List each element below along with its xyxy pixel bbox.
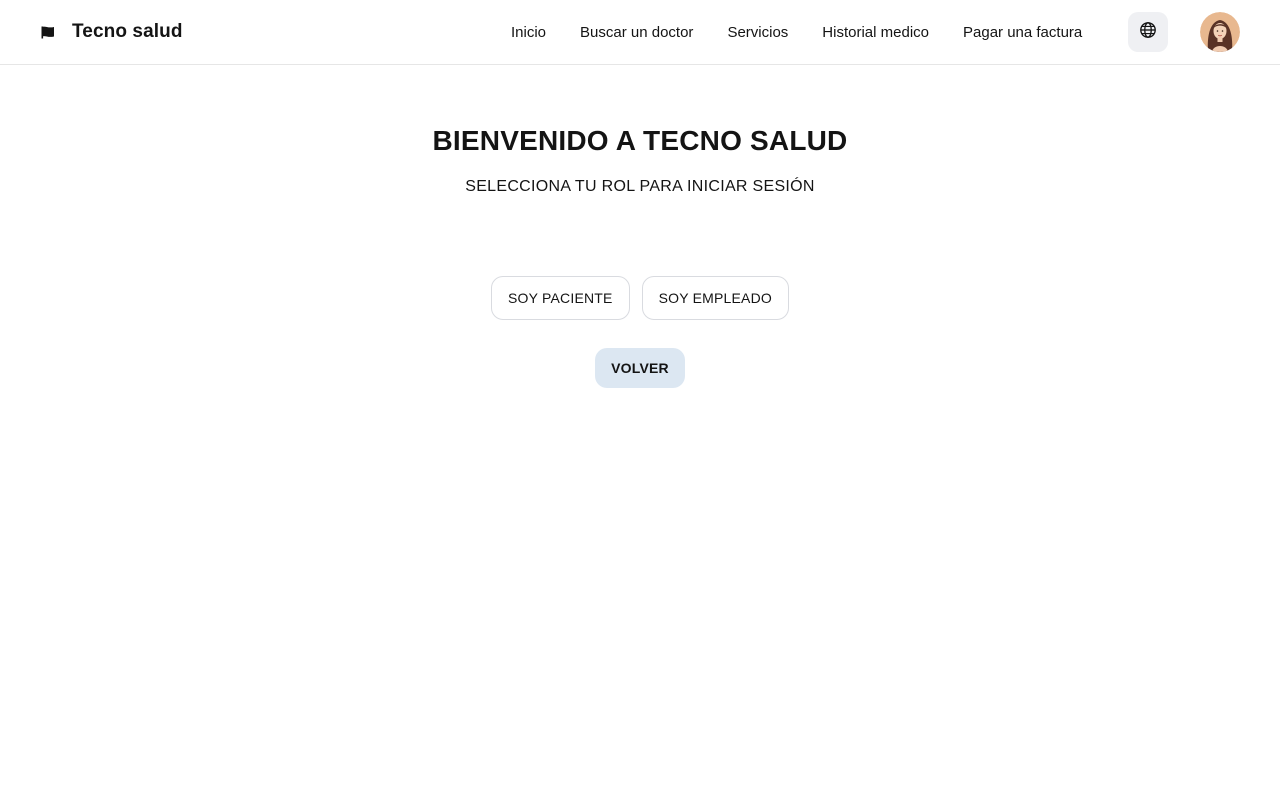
- nav-link-historial-medico[interactable]: Historial medico: [805, 24, 946, 41]
- brand-name: Tecno salud: [72, 21, 183, 42]
- globe-icon: [1139, 21, 1157, 44]
- flag-icon: [40, 24, 56, 40]
- employee-role-button[interactable]: SOY EMPLEADO: [641, 276, 789, 320]
- nav-link-pagar-factura[interactable]: Pagar una factura: [946, 24, 1099, 41]
- back-container: VOLVER: [0, 348, 1280, 388]
- back-button[interactable]: VOLVER: [595, 348, 685, 388]
- brand-logo[interactable]: Tecno salud: [40, 0, 183, 64]
- language-button[interactable]: [1128, 12, 1168, 52]
- nav-link-inicio[interactable]: Inicio: [494, 24, 563, 41]
- main-content: BIENVENIDO A TECNO SALUD SELECCIONA TU R…: [0, 65, 1280, 800]
- main-nav: Inicio Buscar un doctor Servicios Histor…: [494, 0, 1099, 64]
- nav-link-buscar-doctor[interactable]: Buscar un doctor: [563, 24, 710, 41]
- top-navbar: Tecno salud Inicio Buscar un doctor Serv…: [0, 0, 1280, 65]
- role-selector: SOY PACIENTE SOY EMPLEADO: [0, 276, 1280, 320]
- patient-role-button[interactable]: SOY PACIENTE: [491, 276, 630, 320]
- user-avatar[interactable]: [1200, 12, 1240, 52]
- page-title: BIENVENIDO A TECNO SALUD: [432, 125, 848, 156]
- page-subtitle: SELECCIONA TU ROL PARA INICIAR SESIÓN: [465, 178, 815, 195]
- nav-link-servicios[interactable]: Servicios: [710, 24, 805, 41]
